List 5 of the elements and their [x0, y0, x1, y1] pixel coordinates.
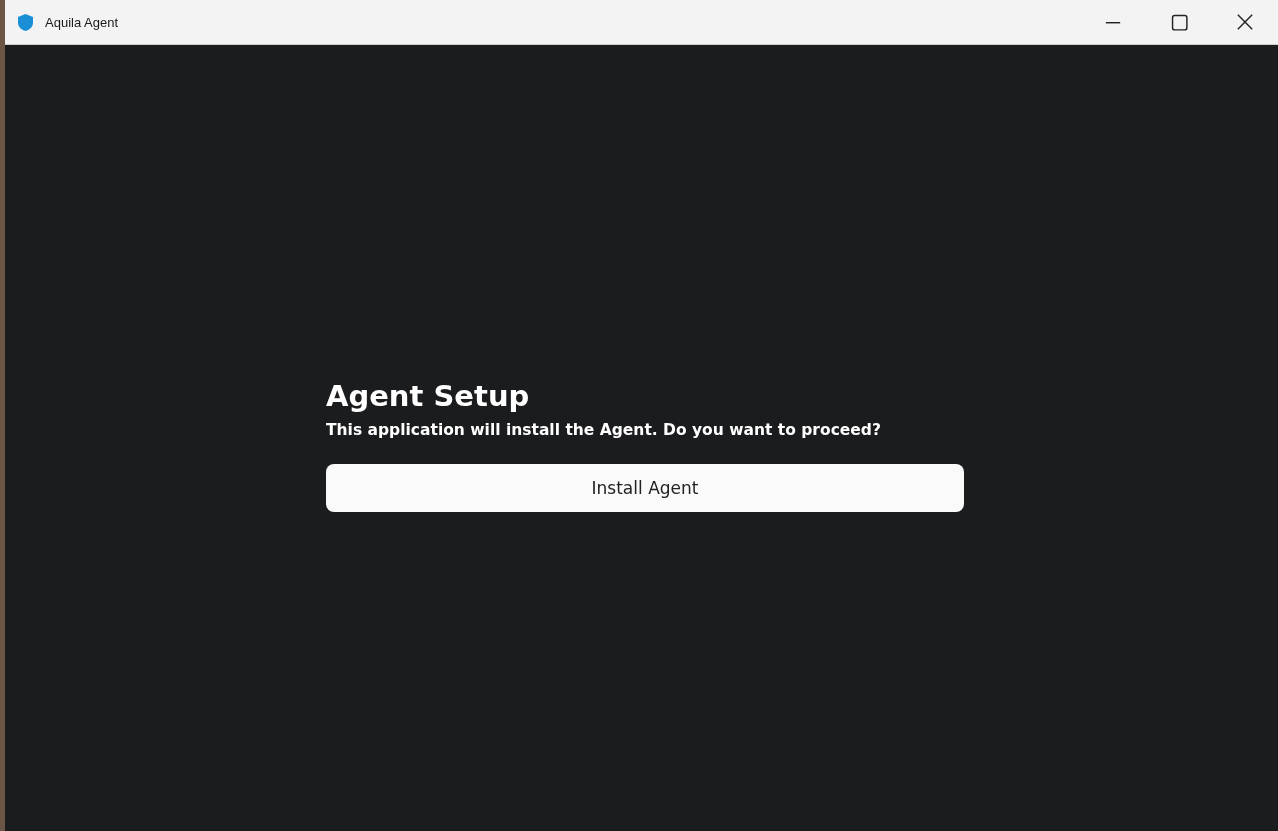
install-button[interactable]: Install Agent	[326, 464, 964, 512]
window-title: Aquila Agent	[45, 14, 118, 30]
setup-message: This application will install the Agent. Do you want to proceed?	[326, 421, 882, 439]
setup-heading: Agent Setup	[326, 379, 531, 413]
shield-icon	[18, 13, 33, 31]
